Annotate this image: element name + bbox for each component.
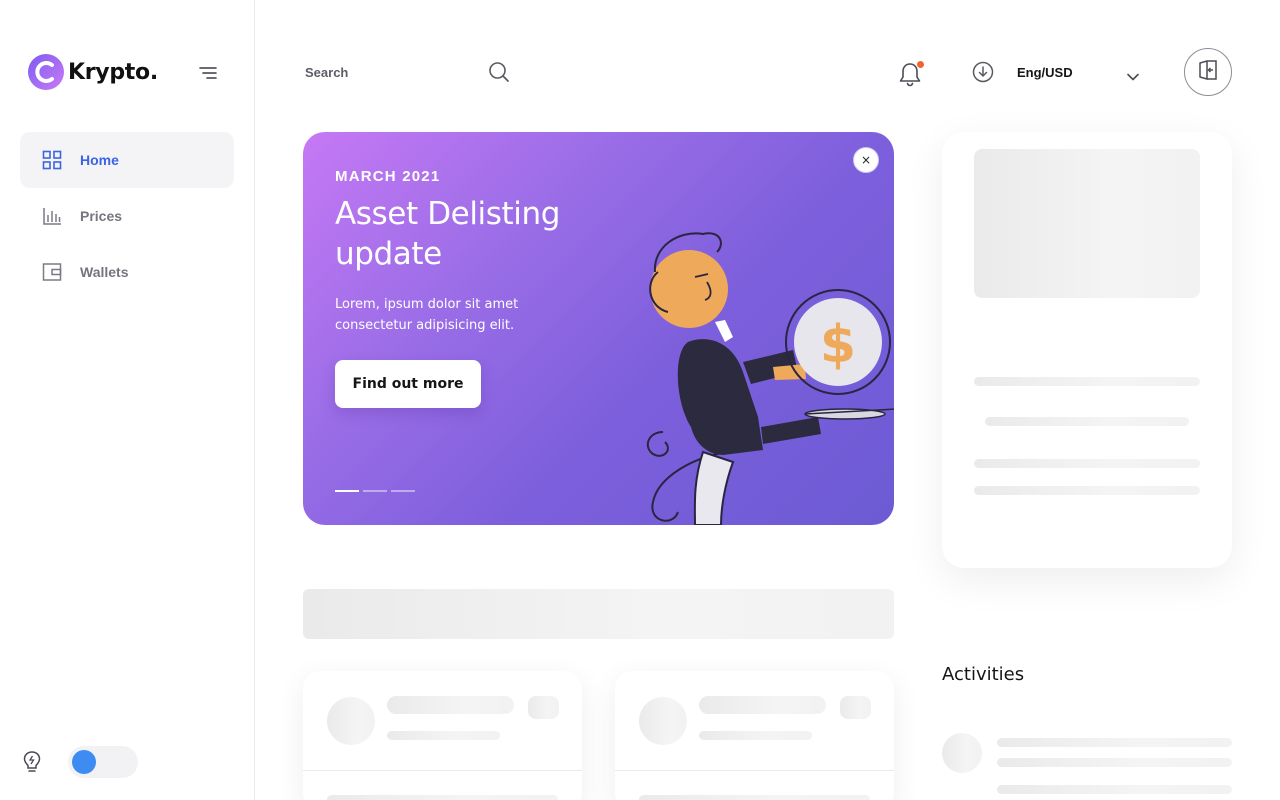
search-icon[interactable] [488, 61, 510, 83]
logo-icon [28, 54, 64, 90]
divider [615, 770, 894, 771]
skeleton-line [997, 785, 1232, 794]
asset-card [615, 671, 894, 800]
asset-card [303, 671, 582, 800]
slide-dot[interactable] [363, 490, 387, 492]
activities-title: Activities [942, 664, 1025, 685]
notifications-button[interactable] [898, 60, 924, 88]
slide-dot[interactable] [391, 490, 415, 492]
brand-name: Krypto. [68, 59, 158, 85]
sidebar-item-label: Home [80, 152, 119, 168]
lightbulb-icon [22, 750, 42, 774]
banner-title: Asset Delisting update [335, 196, 561, 272]
search-input[interactable] [305, 64, 465, 80]
placeholder-card [942, 132, 1232, 568]
menu-toggle-icon[interactable] [198, 64, 218, 82]
grid-icon [42, 150, 62, 170]
skeleton-line [997, 738, 1232, 747]
skeleton-line [387, 696, 514, 714]
language-selector[interactable]: Eng/USD [972, 60, 1140, 84]
skeleton-line [327, 795, 558, 800]
skeleton-bar [303, 589, 894, 639]
skeleton-line [387, 731, 500, 740]
banner-illustration: $ [633, 222, 894, 525]
search-bar [305, 58, 510, 86]
skeleton-tag [528, 696, 559, 719]
divider [303, 770, 582, 771]
close-icon[interactable]: × [853, 147, 879, 173]
skeleton-avatar [639, 697, 687, 745]
skeleton-line [699, 696, 826, 714]
sidebar-item-home[interactable]: Home [20, 132, 234, 188]
notification-badge [917, 61, 924, 68]
sidebar-item-label: Prices [80, 208, 123, 224]
skeleton-line [639, 795, 870, 800]
skeleton-line [997, 758, 1232, 767]
skeleton-line [974, 486, 1200, 495]
find-out-more-button[interactable]: Find out more [335, 360, 481, 408]
logout-icon [1197, 59, 1219, 85]
skeleton-line [985, 417, 1189, 426]
language-label: Eng/USD [1017, 64, 1073, 80]
slide-dot[interactable] [335, 490, 359, 492]
brand-logo[interactable]: Krypto. [28, 54, 158, 90]
skeleton-avatar [942, 733, 982, 773]
chevron-down-icon [1126, 67, 1140, 81]
banner-text: Lorem, ipsum dolor sit amet consectetur … [335, 297, 519, 333]
sidebar-item-wallets[interactable]: Wallets [20, 244, 234, 300]
skeleton-line [974, 377, 1200, 386]
slide-indicators [335, 490, 419, 492]
skeleton-line [699, 731, 812, 740]
banner-date: MARCH 2021 [335, 168, 441, 185]
sidebar-nav: Home Prices Wallets [20, 132, 234, 300]
theme-switcher [22, 746, 138, 778]
wallet-icon [42, 262, 62, 282]
sidebar-item-prices[interactable]: Prices [20, 188, 234, 244]
skeleton-tag [840, 696, 871, 719]
download-circle-icon [972, 61, 994, 83]
sidebar-item-label: Wallets [80, 264, 129, 280]
sidebar: Krypto. Home Prices Wallets [0, 0, 255, 800]
theme-toggle[interactable] [68, 746, 138, 778]
skeleton-line [974, 459, 1200, 468]
skeleton-avatar [327, 697, 375, 745]
bell-icon [898, 63, 922, 92]
skeleton-image [974, 149, 1200, 298]
logout-button[interactable] [1184, 48, 1232, 96]
svg-text:$: $ [820, 315, 856, 375]
bar-chart-icon [42, 206, 62, 226]
promo-banner: MARCH 2021 Asset Delisting update Lorem,… [303, 132, 894, 525]
toggle-knob [72, 750, 96, 774]
